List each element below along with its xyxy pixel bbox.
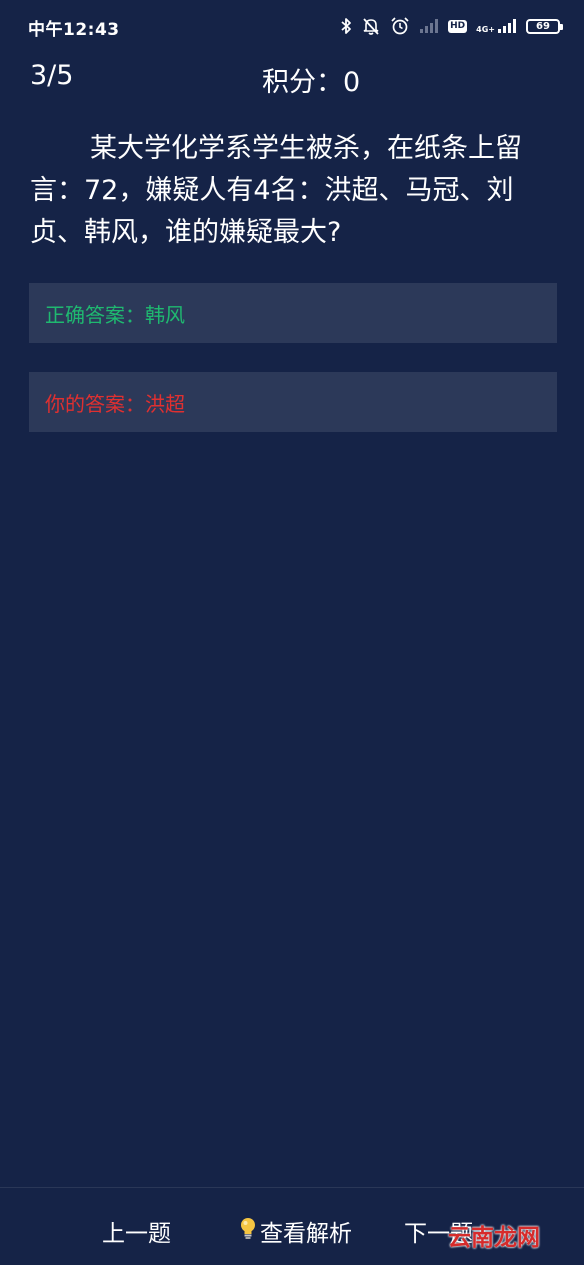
question-progress: 3/5 <box>30 60 74 91</box>
status-bar: 中午12:43 HD 4G+ 69 <box>0 0 584 52</box>
watermark: 云南龙网 <box>448 1225 540 1251</box>
your-answer-box: 你的答案：洪超 <box>29 372 557 432</box>
prev-question-button[interactable]: 上一题 <box>102 1214 171 1248</box>
signal-4g-icon: 4G+ <box>476 18 517 34</box>
hd-icon: HD <box>448 19 468 33</box>
alarm-icon <box>390 16 410 36</box>
score-display: 积分：0 <box>262 67 361 98</box>
bluetooth-icon <box>340 17 352 35</box>
view-analysis-button[interactable]: 查看解析 <box>238 1214 352 1248</box>
silent-icon <box>361 16 381 36</box>
your-answer-text: 你的答案：洪超 <box>45 391 185 416</box>
battery-icon: 69 <box>526 18 563 34</box>
battery-level: 69 <box>536 20 550 32</box>
correct-answer-text: 正确答案：韩风 <box>45 302 185 327</box>
signal-weak-icon <box>419 18 439 34</box>
status-icons: HD 4G+ 69 <box>340 13 563 39</box>
quiz-header: 3/5 积分：0 <box>0 58 584 98</box>
correct-answer-box: 正确答案：韩风 <box>29 283 557 343</box>
network-label: 4G+ <box>476 25 495 34</box>
lightbulb-icon <box>238 1216 258 1246</box>
view-analysis-label: 查看解析 <box>260 1221 352 1247</box>
status-time: 中午12:43 <box>28 20 120 40</box>
question-text: 某大学化学系学生被杀，在纸条上留言：72，嫌疑人有4名：洪超、马冠、刘贞、韩风，… <box>30 133 522 248</box>
